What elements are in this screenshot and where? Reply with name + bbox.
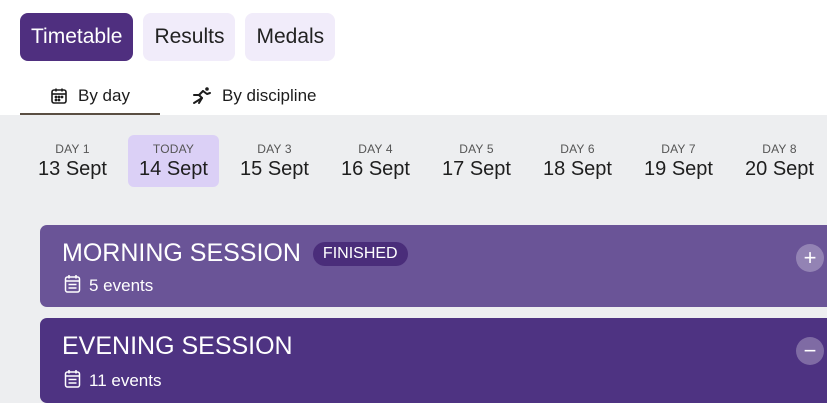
view-tabs: By day By discipline (20, 76, 346, 115)
events-count: 11 events (89, 371, 162, 390)
day-date: 13 Sept (38, 157, 107, 180)
tab-by-day[interactable]: By day (20, 76, 160, 115)
session-title-row: EVENING SESSION (62, 332, 293, 361)
day-label: DAY 3 (257, 141, 292, 156)
expand-button[interactable]: + (796, 244, 824, 272)
session-title: EVENING SESSION (62, 332, 293, 360)
day-label: DAY 1 (55, 141, 90, 156)
session-title: MORNING SESSION (62, 239, 301, 267)
day-date: 15 Sept (240, 157, 309, 180)
day-item[interactable]: DAY 3 15 Sept (229, 135, 320, 187)
session-events: 11 events (64, 369, 161, 393)
runner-icon (190, 86, 212, 106)
day-date: 14 Sept (139, 157, 208, 180)
day-selector: DAY 1 13 Sept TODAY 14 Sept DAY 3 15 Sep… (27, 135, 827, 187)
session-evening[interactable]: EVENING SESSION 11 events − (40, 318, 827, 403)
day-label: DAY 4 (358, 141, 393, 156)
tab-medals[interactable]: Medals (245, 13, 336, 61)
day-date: 16 Sept (341, 157, 410, 180)
tab-by-discipline-label: By discipline (221, 85, 317, 105)
day-label: DAY 5 (459, 141, 494, 156)
session-morning[interactable]: MORNING SESSION FINISHED 5 events + (40, 225, 827, 307)
collapse-button[interactable]: − (796, 337, 824, 365)
day-item[interactable]: DAY 7 19 Sept (633, 135, 724, 187)
session-title-row: MORNING SESSION FINISHED (62, 239, 408, 268)
tab-timetable[interactable]: Timetable (20, 13, 134, 61)
status-badge: FINISHED (312, 241, 408, 266)
day-date: 20 Sept (745, 157, 814, 180)
day-label: DAY 8 (762, 141, 797, 156)
day-date: 17 Sept (442, 157, 511, 180)
events-icon (64, 274, 81, 298)
day-date: 19 Sept (644, 157, 713, 180)
events-icon (64, 369, 81, 393)
day-item[interactable]: DAY 1 13 Sept (27, 135, 118, 187)
session-events: 5 events (64, 274, 153, 298)
tab-by-day-label: By day (78, 85, 130, 105)
day-date: 18 Sept (543, 157, 612, 180)
day-item[interactable]: DAY 6 18 Sept (532, 135, 623, 187)
day-item[interactable]: DAY 4 16 Sept (330, 135, 421, 187)
tab-by-discipline[interactable]: By discipline (160, 76, 347, 115)
calendar-icon (50, 87, 68, 105)
tab-results[interactable]: Results (143, 13, 236, 61)
events-count: 5 events (89, 276, 154, 295)
top-tabs: Timetable Results Medals (20, 13, 336, 61)
day-item[interactable]: DAY 8 20 Sept (734, 135, 825, 187)
day-label: DAY 6 (560, 141, 595, 156)
day-label: DAY 7 (661, 141, 696, 156)
day-item[interactable]: DAY 5 17 Sept (431, 135, 522, 187)
day-item-today[interactable]: TODAY 14 Sept (128, 135, 219, 187)
timetable-content: DAY 1 13 Sept TODAY 14 Sept DAY 3 15 Sep… (0, 115, 827, 403)
day-label: TODAY (152, 141, 195, 156)
